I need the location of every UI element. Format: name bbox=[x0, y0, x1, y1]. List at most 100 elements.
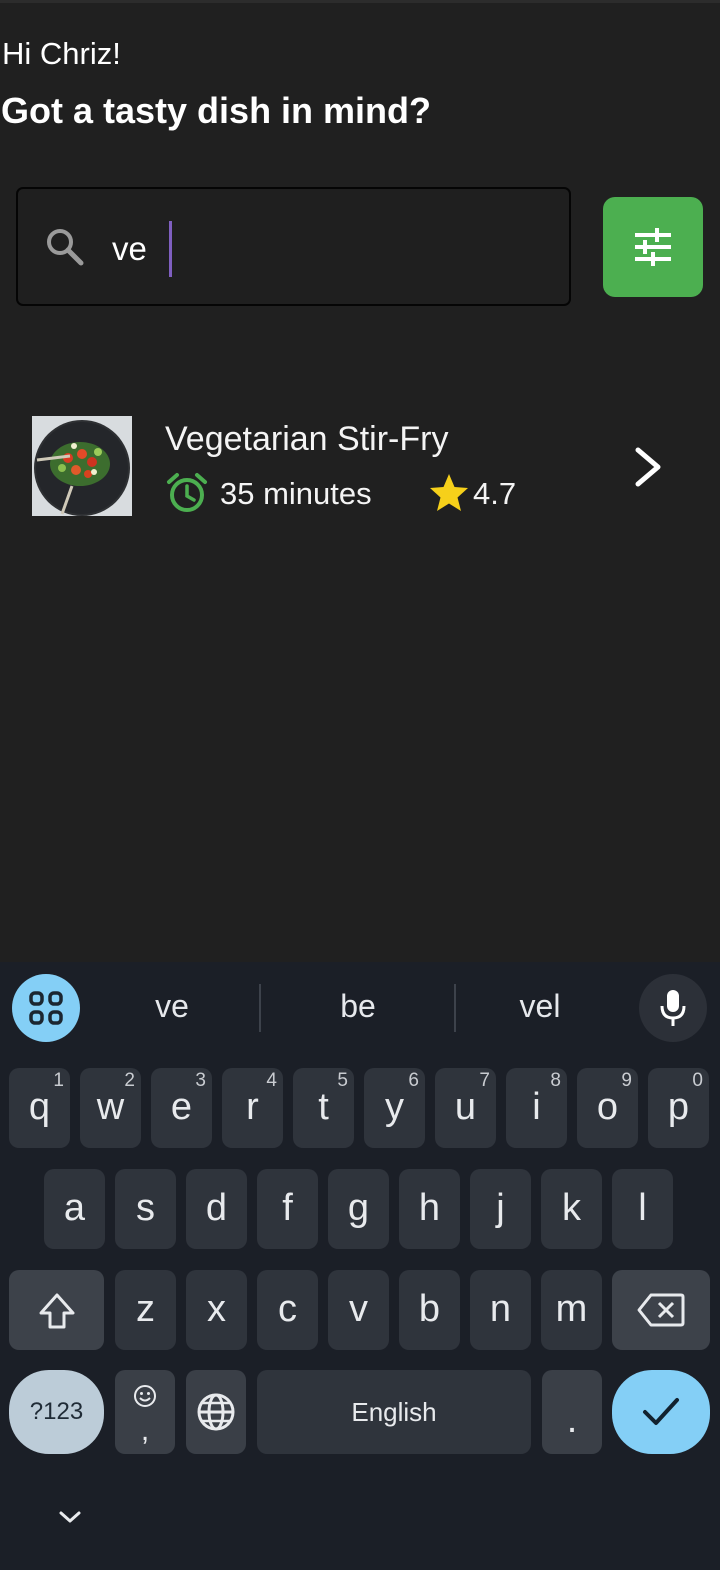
key-u[interactable]: u7 bbox=[435, 1068, 496, 1148]
key-j[interactable]: j bbox=[470, 1169, 531, 1249]
key-label: s bbox=[136, 1187, 155, 1229]
top-divider bbox=[0, 0, 720, 3]
key-label: h bbox=[418, 1187, 441, 1229]
recipe-image bbox=[32, 416, 132, 516]
key-hint: 6 bbox=[408, 1070, 419, 1091]
period-key[interactable]: . bbox=[542, 1370, 602, 1454]
key-label: u bbox=[454, 1086, 477, 1128]
key-c[interactable]: c bbox=[257, 1270, 318, 1350]
key-r[interactable]: r4 bbox=[222, 1068, 283, 1148]
key-label: m bbox=[555, 1288, 588, 1330]
recipe-list-item[interactable]: Vegetarian Stir-Fry 35 minutes 4.7 bbox=[0, 400, 720, 530]
star-icon bbox=[430, 474, 468, 511]
suggestion-bar: ve be vel bbox=[0, 962, 720, 1054]
key-hint: 5 bbox=[337, 1070, 348, 1091]
key-hint: 1 bbox=[53, 1070, 64, 1091]
key-label: l bbox=[638, 1187, 647, 1229]
suggestion-2[interactable]: be bbox=[268, 988, 448, 1025]
key-hint: 9 bbox=[621, 1070, 632, 1091]
text-caret bbox=[169, 221, 172, 277]
key-label: j bbox=[496, 1187, 505, 1229]
key-l[interactable]: l bbox=[612, 1169, 673, 1249]
recipe-title: Vegetarian Stir-Fry bbox=[165, 420, 449, 458]
key-x[interactable]: x bbox=[186, 1270, 247, 1350]
hide-keyboard-chevron-icon[interactable] bbox=[55, 1507, 85, 1527]
key-z[interactable]: z bbox=[115, 1270, 176, 1350]
key-label: i bbox=[532, 1086, 541, 1128]
search-field[interactable]: ve bbox=[16, 187, 571, 306]
recipe-rating: 4.7 bbox=[473, 476, 517, 511]
search-icon bbox=[47, 229, 84, 266]
key-label: z bbox=[136, 1288, 155, 1330]
emoji-comma-key[interactable]: , bbox=[115, 1370, 175, 1454]
greeting-text: Hi Chriz! bbox=[2, 36, 121, 71]
voice-input-button[interactable] bbox=[639, 974, 707, 1042]
language-key[interactable] bbox=[186, 1370, 246, 1454]
suggestion-1[interactable]: ve bbox=[82, 988, 262, 1025]
key-a[interactable]: a bbox=[44, 1169, 105, 1249]
checkmark-icon bbox=[643, 1398, 679, 1425]
suggestion-3[interactable]: vel bbox=[450, 988, 630, 1025]
key-label: a bbox=[63, 1187, 86, 1229]
key-v[interactable]: v bbox=[328, 1270, 389, 1350]
key-f[interactable]: f bbox=[257, 1169, 318, 1249]
backspace-icon bbox=[637, 1293, 685, 1327]
key-label: g bbox=[347, 1187, 370, 1229]
comma-label: , bbox=[140, 1414, 150, 1447]
space-key[interactable]: English bbox=[257, 1370, 531, 1454]
key-o[interactable]: o9 bbox=[577, 1068, 638, 1148]
key-label: n bbox=[489, 1288, 512, 1330]
soft-keyboard: ve be vel ?123 , English . q 1 w 2 e 3 r… bbox=[0, 962, 720, 1570]
key-label: b bbox=[418, 1288, 441, 1330]
key-hint: 7 bbox=[479, 1070, 490, 1091]
key-hint: 2 bbox=[124, 1070, 135, 1091]
key-k[interactable]: k bbox=[541, 1169, 602, 1249]
key-hint: 3 bbox=[195, 1070, 206, 1091]
key-label: v bbox=[349, 1288, 368, 1330]
suggestion-divider bbox=[259, 984, 261, 1032]
keyboard-apps-button[interactable] bbox=[12, 974, 80, 1042]
key-w[interactable]: w2 bbox=[80, 1068, 141, 1148]
key-h[interactable]: h bbox=[399, 1169, 460, 1249]
key-m[interactable]: m bbox=[541, 1270, 602, 1350]
tune-sliders-icon bbox=[635, 228, 671, 266]
globe-icon bbox=[197, 1393, 235, 1431]
key-i[interactable]: i8 bbox=[506, 1068, 567, 1148]
key-hint: 8 bbox=[550, 1070, 561, 1091]
shift-key[interactable] bbox=[9, 1270, 104, 1350]
search-input[interactable]: ve bbox=[112, 227, 147, 271]
key-hint: 0 bbox=[692, 1070, 703, 1091]
key-label: p bbox=[667, 1086, 690, 1128]
key-t[interactable]: t5 bbox=[293, 1068, 354, 1148]
key-label: d bbox=[205, 1187, 228, 1229]
key-label: t bbox=[318, 1086, 329, 1128]
key-label: x bbox=[207, 1288, 226, 1330]
cook-time: 35 minutes bbox=[220, 476, 372, 511]
key-label: q bbox=[28, 1086, 51, 1128]
enter-key[interactable] bbox=[612, 1370, 710, 1454]
key-n[interactable]: n bbox=[470, 1270, 531, 1350]
key-label: o bbox=[596, 1086, 619, 1128]
microphone-icon bbox=[660, 990, 686, 1026]
key-hint: 4 bbox=[266, 1070, 277, 1091]
key-e[interactable]: e3 bbox=[151, 1068, 212, 1148]
key-g[interactable]: g bbox=[328, 1169, 389, 1249]
key-label: k bbox=[562, 1187, 581, 1229]
chevron-right-icon[interactable] bbox=[630, 444, 666, 490]
key-p[interactable]: p0 bbox=[648, 1068, 709, 1148]
key-label: y bbox=[385, 1086, 404, 1128]
key-d[interactable]: d bbox=[186, 1169, 247, 1249]
grid-icon bbox=[29, 991, 63, 1025]
backspace-key[interactable] bbox=[612, 1270, 710, 1350]
key-s[interactable]: s bbox=[115, 1169, 176, 1249]
shift-arrow-icon bbox=[39, 1293, 75, 1329]
filter-button[interactable] bbox=[603, 197, 703, 297]
key-label: c bbox=[278, 1288, 297, 1330]
key-label: w bbox=[96, 1086, 125, 1128]
symbols-key[interactable]: ?123 bbox=[9, 1370, 104, 1454]
alarm-clock-icon bbox=[167, 473, 207, 512]
key-y[interactable]: y6 bbox=[364, 1068, 425, 1148]
key-b[interactable]: b bbox=[399, 1270, 460, 1350]
key-label: r bbox=[246, 1086, 259, 1128]
key-q[interactable]: q1 bbox=[9, 1068, 70, 1148]
